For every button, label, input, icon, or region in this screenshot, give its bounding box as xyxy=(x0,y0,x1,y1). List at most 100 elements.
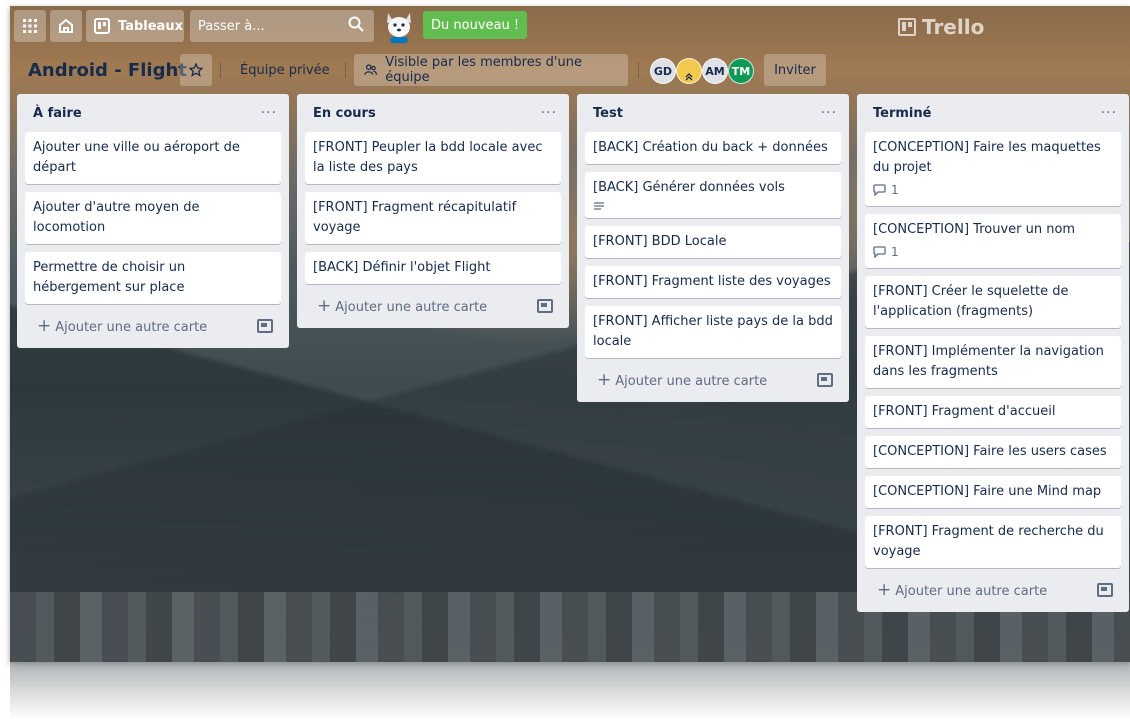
card-title: [FRONT] BDD Locale xyxy=(593,234,727,249)
list-title: Terminé xyxy=(873,105,932,121)
plus-icon: + xyxy=(877,580,892,600)
header-divider xyxy=(638,62,639,78)
home-button[interactable] xyxy=(50,10,82,42)
card-title: [CONCEPTION] Faire les users cases xyxy=(873,444,1107,459)
trello-logo[interactable]: Trello xyxy=(898,15,984,39)
card-title: [FRONT] Fragment de recherche du voyage xyxy=(873,524,1104,559)
list-menu-icon[interactable]: ··· xyxy=(1101,105,1117,121)
card-title: [BACK] Création du back + données xyxy=(593,140,828,155)
board-icon xyxy=(94,18,110,34)
card[interactable]: [CONCEPTION] Trouver un nom 1 xyxy=(865,214,1121,268)
card-title: [FRONT] Créer le squelette de l'applicat… xyxy=(873,284,1069,319)
card[interactable]: [FRONT] BDD Locale xyxy=(585,226,841,258)
invite-button[interactable]: Inviter xyxy=(764,54,826,86)
card[interactable]: [FRONT] Fragment liste des voyages xyxy=(585,266,841,298)
search-placeholder: Passer à... xyxy=(198,18,265,34)
member-avatar-am[interactable]: AM xyxy=(702,58,728,84)
description-icon xyxy=(594,202,604,210)
card-title: [FRONT] Fragment liste des voyages xyxy=(593,274,831,289)
card-badges: 1 xyxy=(873,180,1113,200)
card-badges: 1 xyxy=(873,242,1113,262)
plus-icon: + xyxy=(317,296,332,316)
list-termine: Terminé ··· [CONCEPTION] Faire les maque… xyxy=(857,94,1129,612)
list-menu-icon[interactable]: ··· xyxy=(821,105,837,121)
card[interactable]: [FRONT] Fragment d'accueil xyxy=(865,396,1121,428)
grid-icon xyxy=(23,19,37,33)
member-avatar-tm[interactable]: TM xyxy=(728,58,754,84)
card-title: [FRONT] Peupler la bdd locale avec la li… xyxy=(313,140,543,175)
list-header[interactable]: Test ··· xyxy=(585,94,841,132)
card[interactable]: [FRONT] Afficher liste pays de la bdd lo… xyxy=(585,306,841,358)
card[interactable]: [FRONT] Implémenter la navigation dans l… xyxy=(865,336,1121,388)
card[interactable]: [BACK] Définir l'objet Flight xyxy=(305,252,561,284)
team-button[interactable]: Équipe privée xyxy=(232,54,338,86)
card[interactable]: [CONCEPTION] Faire les maquettes du proj… xyxy=(865,132,1121,206)
search-input[interactable]: Passer à... xyxy=(190,10,374,42)
board-title[interactable]: Android - Flight xyxy=(20,54,195,86)
add-card-button[interactable]: + Ajouter une autre carte xyxy=(305,292,561,320)
list-header[interactable]: En cours ··· xyxy=(305,94,561,132)
star-button[interactable] xyxy=(180,54,212,86)
card-title: [BACK] Générer données vols xyxy=(593,180,785,195)
add-card-label: Ajouter une autre carte xyxy=(615,374,768,389)
card-title: [FRONT] Implémenter la navigation dans l… xyxy=(873,344,1104,379)
header-divider xyxy=(220,62,221,78)
member-avatar-gd[interactable]: GD xyxy=(650,58,676,84)
comment-icon xyxy=(873,184,886,196)
add-card-label: Ajouter une autre carte xyxy=(895,584,1048,599)
list-menu-icon[interactable]: ··· xyxy=(541,105,557,121)
plus-icon: + xyxy=(597,370,612,390)
list-test: Test ··· [BACK] Création du back + donné… xyxy=(577,94,849,402)
card[interactable]: [FRONT] Fragment récapitulatif voyage xyxy=(305,192,561,244)
card-title: [CONCEPTION] Trouver un nom xyxy=(873,222,1076,237)
card-title: [CONCEPTION] Faire les maquettes du proj… xyxy=(873,140,1101,175)
list-a-faire: À faire ··· Ajouter une ville ou aéropor… xyxy=(17,94,289,348)
list-title: À faire xyxy=(33,105,82,121)
board-canvas: Tableaux Passer à... Du nouveau ! Trello… xyxy=(10,6,1130,662)
card[interactable]: Ajouter une ville ou aéroport de départ xyxy=(25,132,281,184)
list-title: En cours xyxy=(313,105,376,121)
add-card-button[interactable]: + Ajouter une autre carte xyxy=(25,312,281,340)
add-card-button[interactable]: + Ajouter une autre carte xyxy=(865,576,1121,604)
card-title: [FRONT] Fragment récapitulatif voyage xyxy=(313,200,517,235)
screenshot-reflection xyxy=(10,662,1130,719)
search-icon xyxy=(348,16,364,32)
card[interactable]: [BACK] Générer données vols xyxy=(585,172,841,218)
list-menu-icon[interactable]: ··· xyxy=(261,105,277,121)
card[interactable]: [FRONT] Créer le squelette de l'applicat… xyxy=(865,276,1121,328)
list-header[interactable]: Terminé ··· xyxy=(865,94,1121,132)
card[interactable]: [CONCEPTION] Faire les users cases xyxy=(865,436,1121,468)
card[interactable]: Ajouter d'autre moyen de locomotion xyxy=(25,192,281,244)
card-title: Permettre de choisir un hébergement sur … xyxy=(33,260,186,295)
card-template-icon[interactable] xyxy=(257,319,273,333)
visibility-button[interactable]: Visible par les membres d'une équipe xyxy=(354,54,628,86)
add-card-label: Ajouter une autre carte xyxy=(335,300,488,315)
card-badges xyxy=(593,200,833,212)
plus-icon: + xyxy=(37,316,52,336)
whats-new-button[interactable]: Du nouveau ! xyxy=(423,11,528,39)
card[interactable]: [CONCEPTION] Faire une Mind map xyxy=(865,476,1121,508)
card-template-icon[interactable] xyxy=(537,299,553,313)
card-template-icon[interactable] xyxy=(1097,583,1113,597)
add-card-button[interactable]: + Ajouter une autre carte xyxy=(585,366,841,394)
trello-logo-icon xyxy=(898,18,916,36)
card[interactable]: [BACK] Création du back + données xyxy=(585,132,841,164)
home-icon xyxy=(59,18,73,33)
member-avatar-photo[interactable] xyxy=(676,58,702,84)
card[interactable]: Permettre de choisir un hébergement sur … xyxy=(25,252,281,304)
list-header[interactable]: À faire ··· xyxy=(25,94,281,132)
team-label: Équipe privée xyxy=(240,62,330,78)
card-template-icon[interactable] xyxy=(817,373,833,387)
card[interactable]: [FRONT] Fragment de recherche du voyage xyxy=(865,516,1121,568)
taco-mascot-icon[interactable] xyxy=(382,9,416,45)
apps-grid-button[interactable] xyxy=(14,10,46,42)
whats-new-label: Du nouveau ! xyxy=(431,17,520,33)
card-title: [BACK] Définir l'objet Flight xyxy=(313,260,491,275)
comment-icon xyxy=(873,246,886,258)
boards-button[interactable]: Tableaux xyxy=(86,10,184,42)
list-en-cours: En cours ··· [FRONT] Peupler la bdd loca… xyxy=(297,94,569,328)
team-visibility-icon xyxy=(364,64,377,75)
card-title: [FRONT] Fragment d'accueil xyxy=(873,404,1056,419)
invite-label: Inviter xyxy=(774,62,816,78)
card[interactable]: [FRONT] Peupler la bdd locale avec la li… xyxy=(305,132,561,184)
